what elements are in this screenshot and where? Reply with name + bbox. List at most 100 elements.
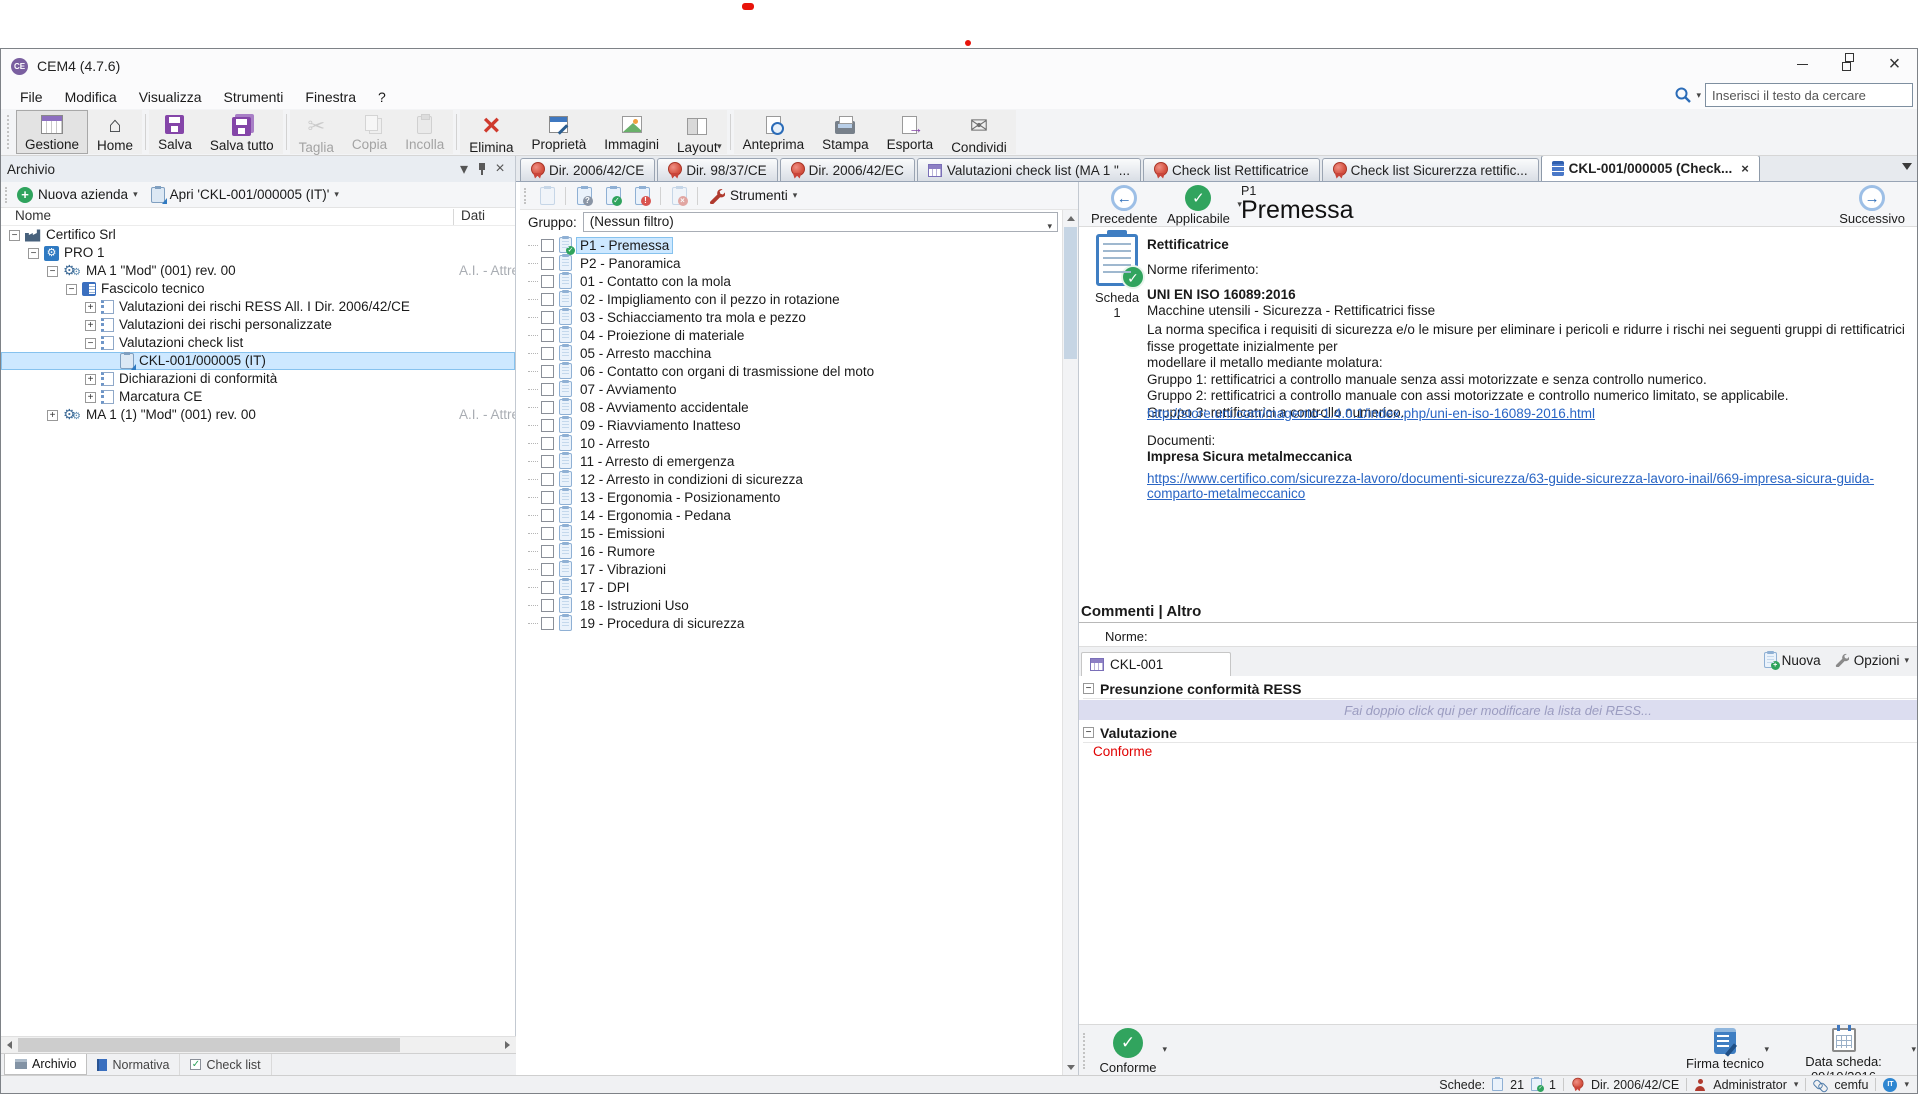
taglia-button[interactable]: Taglia bbox=[290, 110, 343, 154]
norm-link[interactable]: http://store.uni.com/magento-1.4.0.1/ind… bbox=[1147, 406, 1907, 421]
menu-item-visualizza[interactable]: Visualizza bbox=[128, 85, 213, 109]
close-button[interactable] bbox=[1872, 49, 1917, 79]
condividi-button[interactable]: Condividi bbox=[942, 110, 1016, 154]
sheet-remove-button[interactable]: × bbox=[666, 184, 692, 208]
dock-tab-archivio[interactable]: Archivio bbox=[4, 1054, 87, 1075]
anteprima-button[interactable]: Anteprima bbox=[734, 110, 814, 154]
collapse-icon[interactable]: − bbox=[1083, 683, 1094, 694]
checklist-row[interactable]: 18 - Istruzioni Uso bbox=[520, 596, 1062, 614]
row-checkbox[interactable] bbox=[541, 293, 554, 306]
conformity-button[interactable]: ✓ Conforme ▾ bbox=[1093, 1028, 1163, 1075]
checklist-row[interactable]: 11 - Arresto di emergenza bbox=[520, 452, 1062, 470]
salva-button[interactable]: Salva bbox=[149, 110, 201, 154]
dock-tab-normativa[interactable]: Normativa bbox=[87, 1054, 180, 1075]
user-name[interactable]: Administrator bbox=[1713, 1078, 1787, 1092]
tree-expander-icon[interactable]: − bbox=[9, 230, 20, 241]
sheet-date-caret[interactable]: ▾ bbox=[1911, 1044, 1916, 1055]
tree-row[interactable]: +Valutazioni dei rischi personalizzate bbox=[1, 316, 515, 334]
tab-close-icon[interactable]: × bbox=[1741, 161, 1749, 176]
tab-ckl-001-000005-check[interactable]: CKL-001/000005 (Check...× bbox=[1541, 156, 1760, 181]
conformity-caret[interactable]: ▾ bbox=[1162, 1044, 1167, 1055]
group-filter-combobox[interactable]: (Nessun filtro) ▾ bbox=[583, 212, 1058, 232]
ress-placeholder-row[interactable]: Fai doppio click qui per modificare la l… bbox=[1079, 700, 1917, 720]
technical-signature-button[interactable]: Firma tecnico ▾ bbox=[1675, 1028, 1775, 1071]
row-checkbox[interactable] bbox=[541, 329, 554, 342]
panel-menu-caret[interactable]: ▾ bbox=[455, 160, 473, 178]
immagini-button[interactable]: Immagini bbox=[595, 110, 668, 154]
options-button[interactable]: Opzioni ▾ bbox=[1835, 653, 1909, 668]
row-checkbox[interactable] bbox=[541, 545, 554, 558]
checklist-row[interactable]: 14 - Ergonomia - Pedana bbox=[520, 506, 1062, 524]
collapse-icon[interactable]: − bbox=[1083, 727, 1094, 738]
tree-row[interactable]: −Fascicolo tecnico bbox=[1, 280, 515, 298]
row-checkbox[interactable] bbox=[541, 563, 554, 576]
row-checkbox[interactable] bbox=[541, 401, 554, 414]
column-header-dati[interactable]: Dati bbox=[461, 208, 485, 223]
propriet-button[interactable]: Proprietà bbox=[523, 110, 596, 154]
sheet-alert-button[interactable]: ! bbox=[629, 184, 655, 208]
tree-expander-icon[interactable]: + bbox=[85, 374, 96, 385]
new-company-button[interactable]: Nuova azienda bbox=[38, 187, 128, 202]
row-checkbox[interactable] bbox=[541, 527, 554, 540]
tree-row[interactable]: +Valutazioni dei rischi RESS All. I Dir.… bbox=[1, 298, 515, 316]
scroll-right-icon[interactable] bbox=[499, 1037, 516, 1053]
checklist-row[interactable]: 17 - DPI bbox=[520, 578, 1062, 596]
tab-ckl-001[interactable]: CKL-001 bbox=[1081, 652, 1231, 676]
row-checkbox[interactable] bbox=[541, 275, 554, 288]
tab-valutazioni-check-list-ma-1[interactable]: Valutazioni check list (MA 1 "... bbox=[917, 158, 1141, 181]
scroll-down-icon[interactable] bbox=[1063, 1059, 1079, 1075]
row-checkbox[interactable] bbox=[541, 455, 554, 468]
checklist-row[interactable]: 15 - Emissioni bbox=[520, 524, 1062, 542]
menu-item-strumenti[interactable]: Strumenti bbox=[212, 85, 294, 109]
menu-item-modifica[interactable]: Modifica bbox=[54, 85, 128, 109]
checklist-row[interactable]: 03 - Schiacciamento tra mola e pezzo bbox=[520, 308, 1062, 326]
tree-row[interactable]: +Dichiarazioni di conformità bbox=[1, 370, 515, 388]
copia-button[interactable]: Copia bbox=[343, 110, 396, 154]
row-checkbox[interactable] bbox=[541, 473, 554, 486]
checklist-row[interactable]: 07 - Avviamento bbox=[520, 380, 1062, 398]
row-checkbox[interactable] bbox=[541, 239, 554, 252]
stampa-button[interactable]: Stampa bbox=[813, 110, 878, 154]
sheet-button[interactable] bbox=[534, 184, 560, 208]
vertical-scrollbar[interactable] bbox=[1062, 210, 1078, 1075]
restore-button[interactable] bbox=[1826, 49, 1871, 79]
document-link[interactable]: https://www.certifico.com/sicurezza-lavo… bbox=[1147, 471, 1907, 501]
row-checkbox[interactable] bbox=[541, 509, 554, 522]
checklist-row[interactable]: 01 - Contatto con la mola bbox=[520, 272, 1062, 290]
search-icon[interactable] bbox=[1674, 86, 1692, 104]
tab-list-dropdown-icon[interactable] bbox=[1902, 163, 1912, 170]
elimina-button[interactable]: Elimina bbox=[460, 110, 522, 154]
row-checkbox[interactable] bbox=[541, 365, 554, 378]
user-caret[interactable]: ▾ bbox=[1794, 1079, 1799, 1090]
language-badge[interactable]: IT bbox=[1883, 1078, 1897, 1092]
menu-item-finestra[interactable]: Finestra bbox=[294, 85, 367, 109]
checklist-row[interactable]: 04 - Proiezione di materiale bbox=[520, 326, 1062, 344]
row-checkbox[interactable] bbox=[541, 581, 554, 594]
row-checkbox[interactable] bbox=[541, 257, 554, 270]
applicable-button[interactable]: ✓ Applicabile ▾ bbox=[1167, 185, 1230, 226]
tab-dir-98-37-ce[interactable]: Dir. 98/37/CE bbox=[657, 158, 777, 181]
new-company-caret[interactable]: ▾ bbox=[133, 189, 138, 200]
row-checkbox[interactable] bbox=[541, 437, 554, 450]
esporta-button[interactable]: Esporta bbox=[878, 110, 943, 154]
tab-check-list-rettificatrice[interactable]: Check list Rettificatrice bbox=[1143, 158, 1320, 181]
tree-expander-icon[interactable]: − bbox=[85, 338, 96, 349]
search-input[interactable] bbox=[1705, 83, 1913, 107]
checklist-row[interactable]: 13 - Ergonomia - Posizionamento bbox=[520, 488, 1062, 506]
tree-expander-icon[interactable]: + bbox=[85, 320, 96, 331]
tree-expander-icon[interactable]: − bbox=[66, 284, 77, 295]
evaluation-section-header[interactable]: − Valutazione bbox=[1083, 723, 1917, 743]
row-checkbox[interactable] bbox=[541, 311, 554, 324]
sheet-question-button[interactable]: ? bbox=[571, 184, 597, 208]
row-checkbox[interactable] bbox=[541, 383, 554, 396]
checklist-row[interactable]: 12 - Arresto in condizioni di sicurezza bbox=[520, 470, 1062, 488]
column-header-nome[interactable]: Nome bbox=[15, 208, 51, 223]
scrollbar-thumb[interactable] bbox=[18, 1038, 400, 1052]
checklist-row[interactable]: 08 - Avviamento accidentale bbox=[520, 398, 1062, 416]
menu-item-item[interactable]: ? bbox=[367, 85, 397, 109]
layout-button[interactable]: Layout▾ bbox=[668, 110, 727, 154]
tab-check-list-sicurerzza-rettific[interactable]: Check list Sicurerzza rettific... bbox=[1322, 158, 1539, 181]
tree-row[interactable]: CKL-001/000005 (IT) bbox=[1, 352, 515, 370]
tree-row[interactable]: −PRO 1 bbox=[1, 244, 515, 262]
search-scope-caret[interactable]: ▾ bbox=[1696, 90, 1701, 101]
